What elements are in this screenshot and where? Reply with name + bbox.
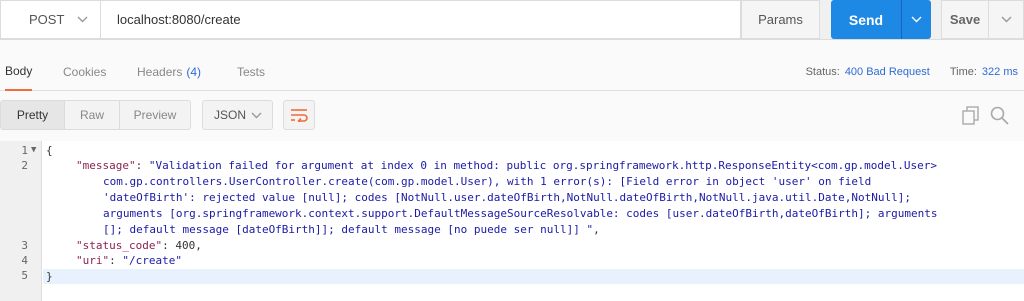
tab-headers[interactable]: Headers (4) [137,53,201,91]
save-button[interactable]: Save [941,0,989,39]
json-key: "status_code" [76,239,163,252]
params-button[interactable]: Params [741,0,820,39]
time-value: 322 ms [981,66,1018,78]
chevron-down-icon [911,16,922,23]
line-number: 4 [21,254,28,267]
tab-tests-label: Tests [237,65,266,79]
wrap-lines-button[interactable] [283,100,315,130]
view-pretty-button[interactable]: Pretty [1,101,65,129]
json-string: "/create" [122,254,182,267]
view-raw-button[interactable]: Raw [65,101,120,129]
tab-tests[interactable]: Tests [237,53,265,91]
code-line: "status_code": 400, [76,239,202,252]
copy-icon[interactable] [962,106,980,125]
send-button[interactable]: Send [831,0,901,39]
format-select[interactable]: JSON [202,100,273,130]
json-string: 'dateOfBirth': rejected value [null]; co… [103,191,911,204]
tab-body-label: Body [5,64,33,78]
response-status: Status: 400 Bad Request Time: 322 ms [806,53,1018,91]
tab-headers-label: Headers [137,65,183,79]
view-preview-button[interactable]: Preview [120,101,190,129]
headers-count-badge: (4) [186,65,202,79]
code-line-wrap: com.gp.controllers.UserController.create… [103,174,871,189]
tab-cookies-label: Cookies [63,65,107,79]
json-number: 400 [175,239,196,252]
line-number: 3 [21,239,28,252]
format-label: JSON [214,108,247,122]
chevron-down-icon [1001,16,1011,23]
chevron-down-icon [77,16,88,23]
json-string: "Validation failed for argument at index… [148,159,937,172]
url-input[interactable]: localhost:8080/create [100,0,741,39]
code-line: "uri": "/create" [76,254,182,267]
tab-body[interactable]: Body [5,53,33,91]
json-key: "message" [76,159,136,172]
view-mode-group: Pretty Raw Preview [0,100,191,130]
method-select[interactable]: POST [0,0,101,39]
line-number: 1 [21,144,28,157]
status-value: 400 Bad Request [844,66,930,78]
fold-arrow-icon[interactable]: ▼ [31,145,36,155]
chevron-down-icon [251,112,262,119]
method-label: POST [29,12,65,27]
send-dropdown-button[interactable] [901,0,931,39]
url-text: localhost:8080/create [117,12,241,27]
request-bar: POST localhost:8080/create Params Send S… [0,0,1024,40]
code-line-wrap: arguments [org.springframework.context.s… [103,206,937,221]
code-line: } [46,269,53,284]
save-dropdown-button[interactable] [989,0,1024,39]
open-brace: { [46,144,53,157]
wrap-lines-icon [291,109,308,122]
close-brace: } [46,270,53,283]
code-line-wrap: 'dateOfBirth': rejected value [null]; co… [103,190,911,205]
json-string: com.gp.controllers.UserController.create… [103,175,872,188]
json-key: "uri" [76,254,110,267]
line-number: 5 [21,269,28,282]
code-line: { [46,143,53,158]
code-line: "message": "Validation failed for argume… [76,159,937,172]
status-label: Status: [805,66,840,78]
line-number-gutter: 1 ▼ 2 3 4 5 [0,141,42,301]
json-string: arguments [org.springframework.context.s… [103,207,938,220]
response-tabs: Body Cookies Headers (4) Tests Status: 4… [0,53,1024,91]
tab-cookies[interactable]: Cookies [63,53,106,91]
code-line-wrap: []; default message [dateOfBirth]]; defa… [103,223,600,236]
response-toolbar: Pretty Raw Preview JSON [0,100,1024,132]
line-number: 2 [21,159,28,172]
time-label: Time: [949,66,977,78]
active-line-highlight [43,269,1024,284]
response-body-editor[interactable]: 1 ▼ 2 3 4 5 { "message": "Validation fai… [0,141,1024,301]
search-icon[interactable] [990,106,1009,125]
json-string: []; default message [dateOfBirth]]; defa… [103,223,594,236]
